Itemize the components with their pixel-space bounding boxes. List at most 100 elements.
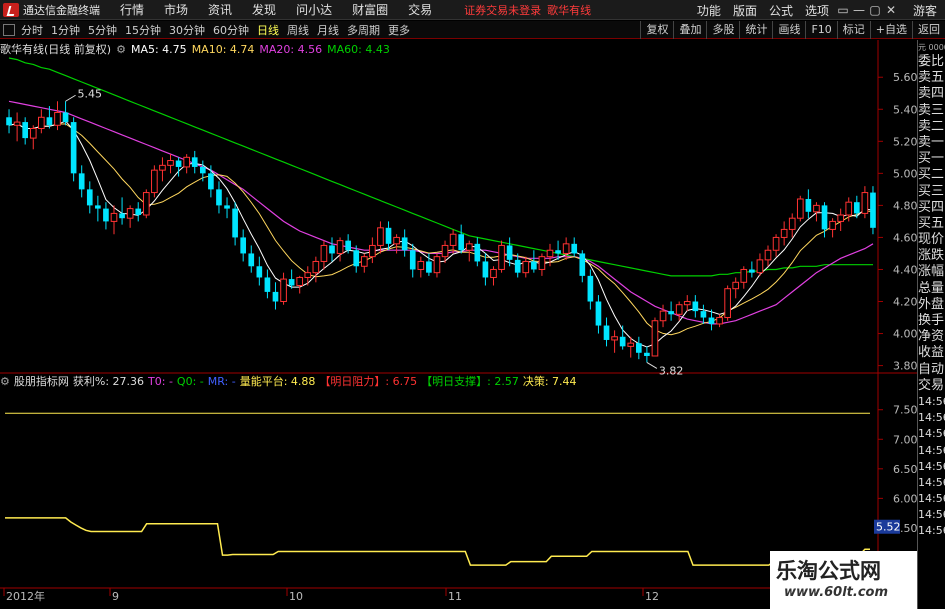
close-icon[interactable]: ✕ [883, 3, 899, 17]
candle-body [683, 301, 691, 306]
statistics-button[interactable]: 统计 [739, 21, 772, 39]
panel-item-25[interactable]: 14:56 [918, 459, 945, 475]
mark-button[interactable]: 标记 [836, 21, 870, 39]
candle-body [175, 160, 182, 167]
panel-item-6[interactable]: 买一 [918, 151, 945, 167]
panel-item-17[interactable]: 净资 [918, 329, 945, 345]
add-watchlist-button[interactable]: +自选 [869, 21, 912, 39]
candle-body [716, 317, 723, 325]
menu-trade[interactable]: 交易 [408, 1, 432, 18]
panel-item-29[interactable]: 14:56 [918, 523, 945, 539]
candle-body [780, 228, 788, 238]
restore-icon[interactable]: ▭ [835, 3, 851, 17]
panel-item-14[interactable]: 总量 [918, 281, 945, 297]
settings-icon[interactable]: ⚙ [116, 43, 126, 56]
panel-item-8[interactable]: 买三 [918, 184, 945, 200]
panel-item-26[interactable]: 14:56 [918, 475, 945, 491]
candle-body [506, 245, 513, 260]
multi-stock-button[interactable]: 多股 [706, 21, 739, 39]
login-notice[interactable]: 证券交易未登录 [464, 2, 541, 18]
chart-area[interactable]: 5.60 5.40 5.20 5.00 4.80 4.60 4.40 4.20 4.00 3.80… [0, 40, 917, 609]
panel-item-10[interactable]: 买五 [918, 216, 945, 232]
maximize-icon[interactable]: ▢ [867, 3, 883, 17]
overlay-button[interactable]: 叠加 [673, 21, 706, 39]
candle-body [587, 275, 594, 302]
panel-item-22[interactable]: 14:56 [918, 410, 945, 426]
back-button[interactable]: 返回 [912, 21, 945, 39]
draw-line-button[interactable]: 画线 [772, 21, 805, 39]
panel-toggle-icon[interactable] [3, 23, 15, 36]
candle-body [474, 243, 481, 262]
period-60min[interactable]: 60分钟 [209, 22, 253, 38]
menu-news[interactable]: 资讯 [208, 1, 232, 18]
panel-item-15[interactable]: 外盘 [918, 297, 945, 313]
menu-ask[interactable]: 问小达 [296, 1, 332, 18]
panel-item-12[interactable]: 涨跌 [918, 248, 945, 264]
panel-item-19[interactable]: 自动 [918, 362, 945, 378]
candle-body [458, 234, 465, 251]
y-tick-label: 5.40 [893, 103, 917, 116]
candle-body [571, 243, 578, 254]
period-multi[interactable]: 多周期 [343, 22, 384, 38]
menu-formula[interactable]: 公式 [769, 2, 793, 19]
energy-label: 量能平台: 4.88 [239, 375, 316, 388]
resistance-label: 【明日阻力】: 6.75 [319, 375, 418, 388]
menu-quotes[interactable]: 行情 [120, 1, 144, 18]
panel-item-21[interactable]: 14:56 [918, 394, 945, 410]
stock-notice[interactable]: 歌华有线 [547, 2, 591, 18]
period-15min[interactable]: 15分钟 [121, 22, 165, 38]
panel-item-4[interactable]: 卖二 [918, 119, 945, 135]
panel-item-1[interactable]: 卖五 [918, 70, 945, 86]
candle-body [22, 122, 29, 139]
panel-item-5[interactable]: 卖一 [918, 135, 945, 151]
panel-item-23[interactable]: 14:56 [918, 426, 945, 442]
candle-body [870, 192, 876, 228]
panel-item-11[interactable]: 现价 [918, 232, 945, 248]
panel-item-2[interactable]: 卖四 [918, 86, 945, 102]
panel-item-16[interactable]: 换手 [918, 313, 945, 329]
menu-options[interactable]: 选项 [805, 2, 829, 19]
menu-market[interactable]: 市场 [164, 1, 188, 18]
candle-body [659, 310, 667, 322]
period-intraday[interactable]: 分时 [17, 22, 47, 38]
x-tick-label: 11 [448, 590, 462, 603]
panel-item-0[interactable]: 委比 [918, 54, 945, 70]
settings-icon[interactable]: ⚙ [0, 375, 10, 388]
trading-terminal: 通达信金融终端 行情 市场 资讯 发现 问小达 财富圈 交易 证券交易未登录 歌… [0, 0, 945, 609]
candle-body [861, 192, 869, 214]
adjust-button[interactable]: 复权 [640, 21, 673, 39]
panel-item-20[interactable]: 交易 [918, 378, 945, 394]
guest-label[interactable]: 游客 [913, 2, 937, 19]
period-30min[interactable]: 30分钟 [165, 22, 209, 38]
panel-item-18[interactable]: 收益 [918, 345, 945, 361]
candle-body [6, 117, 12, 126]
ma60-label: MA60: 4.43 [327, 42, 390, 56]
panel-item-28[interactable]: 14:56 [918, 507, 945, 523]
minimize-icon[interactable]: — [851, 3, 867, 17]
panel-item-24[interactable]: 14:56 [918, 443, 945, 459]
period-daily[interactable]: 日线 [253, 22, 283, 38]
ma60-line [8, 57, 873, 277]
menu-layout[interactable]: 版面 [733, 2, 757, 19]
mr-label: MR: - [207, 374, 236, 388]
f10-button[interactable]: F10 [805, 21, 836, 39]
menu-wealth[interactable]: 财富圈 [352, 1, 388, 18]
period-monthly[interactable]: 月线 [313, 22, 343, 38]
panel-item-7[interactable]: 买二 [918, 167, 945, 183]
panel-item-27[interactable]: 14:56 [918, 491, 945, 507]
candle-body [312, 260, 320, 274]
menu-discover[interactable]: 发现 [252, 1, 276, 18]
period-1min[interactable]: 1分钟 [47, 22, 84, 38]
period-more[interactable]: 更多 [384, 22, 414, 38]
panel-item-9[interactable]: 买四 [918, 200, 945, 216]
candle-body [336, 240, 344, 254]
candle-body [360, 256, 368, 267]
period-weekly[interactable]: 周线 [283, 22, 313, 38]
panel-item-13[interactable]: 涨幅 [918, 264, 945, 280]
candle-body [13, 121, 21, 126]
candle-body [385, 227, 392, 244]
panel-item-3[interactable]: 卖三 [918, 103, 945, 119]
period-5min[interactable]: 5分钟 [84, 22, 121, 38]
menu-function[interactable]: 功能 [697, 2, 721, 19]
candle-body [579, 253, 586, 276]
